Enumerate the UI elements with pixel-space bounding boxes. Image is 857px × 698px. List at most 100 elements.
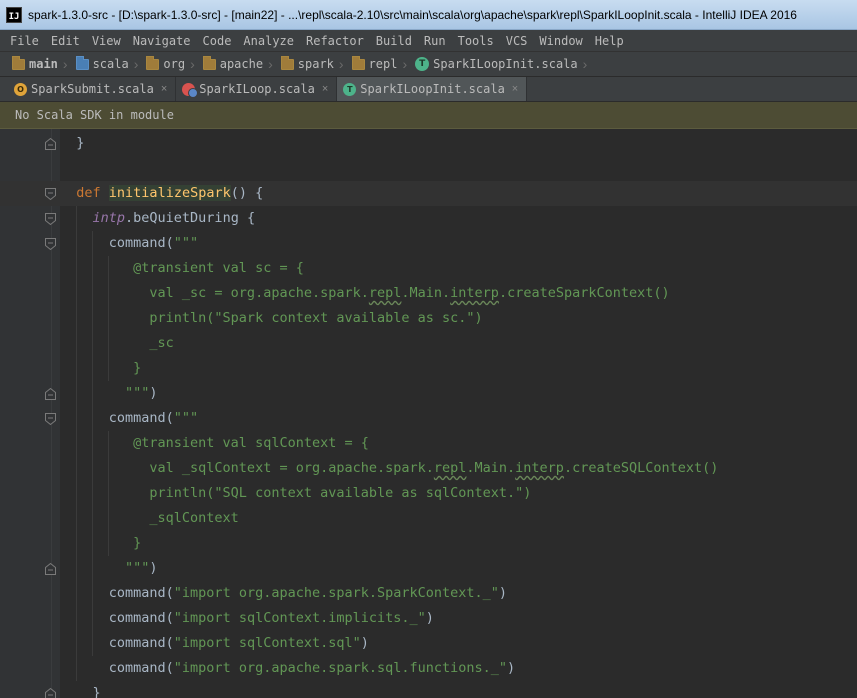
fold-end-icon[interactable] — [45, 688, 56, 698]
fold-end-icon[interactable] — [45, 563, 56, 575]
package-folder-icon — [280, 55, 294, 70]
menu-vcs[interactable]: VCS — [500, 34, 534, 48]
menu-view[interactable]: View — [86, 34, 127, 48]
tab-label: SparkILoop.scala — [199, 82, 315, 96]
code-token: @transient val sc = { — [60, 260, 304, 276]
breadcrumb-item-apache[interactable]: apache › — [202, 54, 281, 74]
breadcrumb-item-org[interactable]: org › — [146, 54, 202, 74]
code-token: .beQuietDuring { — [125, 210, 256, 226]
menu-run[interactable]: Run — [418, 34, 452, 48]
fold-collapse-icon[interactable] — [45, 188, 56, 200]
code-line: } — [0, 356, 857, 381]
chevron-right-icon: › — [133, 56, 139, 72]
code-token: } — [60, 535, 142, 551]
code-line: println("Spark context available as sc."… — [0, 306, 857, 331]
menu-tools[interactable]: Tools — [452, 34, 500, 48]
code-token: ) — [425, 610, 434, 626]
breadcrumb-item-repl[interactable]: repl › — [351, 54, 416, 74]
code-token: command( — [60, 635, 174, 651]
menu-refactor[interactable]: Refactor — [300, 34, 370, 48]
fold-end-icon[interactable] — [45, 388, 56, 400]
package-folder-icon — [202, 55, 216, 70]
code-token: ) — [149, 560, 158, 576]
menu-file[interactable]: File — [4, 34, 45, 48]
code-line: command("import sqlContext.implicits._") — [0, 606, 857, 631]
code-token: repl — [368, 285, 402, 301]
close-icon[interactable]: × — [512, 83, 518, 95]
breadcrumb-label: SparkILoopInit.scala — [433, 57, 578, 71]
code-line: """) — [0, 556, 857, 581]
scala-sdk-notification: No Scala SDK in module — [0, 102, 857, 129]
code-token: val _sc = org.apache.spark. — [60, 285, 369, 301]
code-token: val _sqlContext = org.apache.spark. — [60, 460, 434, 476]
menu-navigate[interactable]: Navigate — [127, 34, 197, 48]
code-token: repl — [433, 460, 467, 476]
breadcrumb-label: org — [163, 57, 186, 71]
menu-build[interactable]: Build — [370, 34, 418, 48]
code-token: command( — [60, 235, 174, 251]
code-line: intp.beQuietDuring { — [0, 206, 857, 231]
breadcrumb-item-spark[interactable]: spark › — [280, 54, 352, 74]
code-token: command( — [60, 410, 174, 426]
breadcrumb-item-main[interactable]: main › — [12, 54, 76, 74]
tab-sparkiloopinit-scala[interactable]: T SparkILoopInit.scala × — [337, 77, 528, 101]
code-line: } — [0, 531, 857, 556]
fold-collapse-icon[interactable] — [45, 413, 56, 425]
code-line: } — [0, 681, 857, 698]
code-line: command(""" — [0, 231, 857, 256]
window-title: spark-1.3.0-src - [D:\spark-1.3.0-src] -… — [28, 7, 797, 22]
menu-bar: File Edit View Navigate Code Analyze Refactor B… — [0, 30, 857, 51]
breadcrumb: main › scala › org › apache › spark › repl › T SparkI… — [0, 51, 857, 77]
chevron-right-icon: › — [268, 56, 273, 72]
close-icon[interactable]: × — [322, 83, 328, 95]
code-editor[interactable]: } def initializeSpark() { intp.beQuietDu… — [0, 129, 857, 698]
chevron-right-icon: › — [190, 56, 195, 72]
window-title-bar: IJ spark-1.3.0-src - [D:\spark-1.3.0-src… — [0, 0, 857, 30]
code-token: command( — [60, 585, 174, 601]
code-token: .Main. — [466, 460, 516, 476]
code-token: def — [76, 185, 101, 201]
menu-edit[interactable]: Edit — [45, 34, 86, 48]
code-line: } — [0, 131, 857, 156]
menu-window[interactable]: Window — [533, 34, 588, 48]
fold-end-icon[interactable] — [45, 138, 56, 150]
code-token: .createSQLContext() — [563, 460, 719, 476]
code-token: "import org.apache.spark.sql.functions._… — [173, 660, 508, 676]
menu-code[interactable]: Code — [197, 34, 238, 48]
code-line: """) — [0, 381, 857, 406]
code-line: @transient val sc = { — [0, 256, 857, 281]
code-token: ) — [149, 385, 158, 401]
intellij-app-icon[interactable]: IJ — [6, 6, 22, 23]
tab-sparkiloop-scala[interactable]: SparkILoop.scala × — [176, 77, 338, 101]
breadcrumb-item-scala[interactable]: scala › — [75, 54, 147, 74]
code-token: """ — [60, 560, 150, 576]
tab-sparksubmit-scala[interactable]: O SparkSubmit.scala × — [8, 77, 177, 101]
fold-collapse-icon[interactable] — [45, 213, 56, 225]
breadcrumb-item-sparkiloopinit-scala[interactable]: T SparkILoopInit.scala › — [415, 54, 595, 74]
close-icon[interactable]: × — [161, 83, 167, 95]
package-folder-icon — [146, 55, 160, 70]
trait-icon: T — [415, 57, 430, 71]
chevron-right-icon: › — [402, 56, 408, 72]
code-line: println("SQL context available as sqlCon… — [0, 481, 857, 506]
code-token: _sqlContext — [60, 510, 239, 526]
code-line: def initializeSpark() { — [0, 181, 857, 206]
breadcrumb-label: scala — [92, 57, 129, 71]
chevron-right-icon: › — [62, 56, 68, 72]
fold-collapse-icon[interactable] — [45, 238, 56, 250]
menu-help[interactable]: Help — [589, 34, 630, 48]
trait-icon: T — [343, 82, 357, 96]
tab-label: SparkILoopInit.scala — [360, 82, 505, 96]
code-token: command( — [60, 610, 174, 626]
code-token: println("SQL context available as sqlCon… — [60, 485, 532, 501]
code-token: """ — [173, 410, 199, 426]
code-token: _sc — [60, 335, 174, 351]
code-token: } — [60, 360, 142, 376]
menu-analyze[interactable]: Analyze — [237, 34, 300, 48]
code-token: interp — [450, 285, 499, 301]
breadcrumb-label: apache — [219, 57, 264, 71]
package-folder-icon — [351, 55, 365, 70]
chevron-right-icon: › — [338, 56, 344, 72]
